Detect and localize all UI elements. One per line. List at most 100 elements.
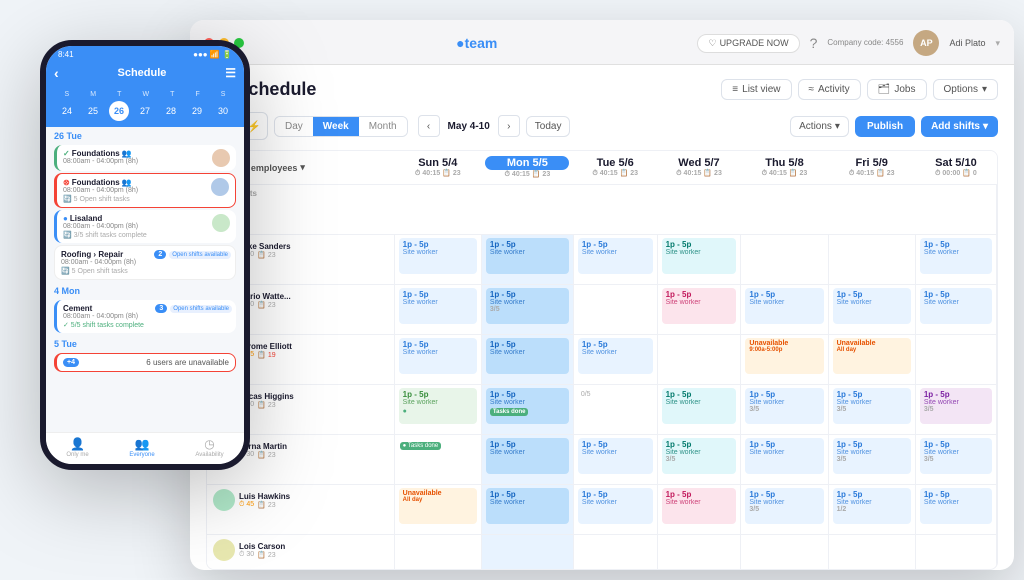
phone-unavailable-notice[interactable]: +4 6 users are unavailable (54, 353, 236, 372)
cell-mario-sat[interactable]: 1p - 5pSite worker (915, 285, 996, 335)
phone-nav-availability[interactable]: ◷ Availability (195, 437, 223, 458)
phone-back-button[interactable]: ‹ (54, 65, 59, 81)
cell-jerome-mon[interactable]: 1p - 5pSite worker (481, 335, 573, 385)
user-avatar[interactable]: AP (913, 30, 939, 56)
user-dropdown-icon[interactable]: ▾ (995, 38, 1000, 49)
cell-lucas-sun[interactable]: 1p - 5pSite worker● (394, 385, 481, 435)
help-icon[interactable]: ? (810, 35, 818, 51)
col-header-thu: Thu 5/8 ⏱ 40:15 📋 23 (741, 151, 828, 185)
cell-lois-sun[interactable] (394, 535, 481, 571)
cell-luis-sun[interactable]: UnavailableAll day (394, 485, 481, 535)
phone-avatar-2 (211, 178, 229, 196)
cell-lois-thu[interactable] (741, 535, 828, 571)
phone-signal: ●●● 📶 🔋 (193, 50, 232, 59)
today-button[interactable]: Today (526, 116, 571, 137)
phone-shift-lisaland[interactable]: ● Lisaland 08:00am - 04:00pm (8h) 🔄 3/5 … (54, 210, 236, 243)
activity-button[interactable]: ≈ Activity (798, 79, 861, 100)
cell-mario-mon[interactable]: 1p - 5pSite worker3/5 (481, 285, 573, 335)
cell-mario-sun[interactable]: 1p - 5pSite worker (394, 285, 481, 335)
phone-shift-foundations-1[interactable]: ✓ Foundations 👥 08:00am - 04:00pm (8h) (54, 145, 236, 171)
phone-menu-button[interactable]: ☰ (225, 66, 236, 80)
app-content: 📅 Schedule ≡ List view ≈ Activity 🗂 Jobs… (190, 65, 1014, 570)
cell-mario-wed[interactable]: 1p - 5pSite worker (657, 285, 741, 335)
cell-jerome-fri[interactable]: UnavailableAll day (828, 335, 915, 385)
cell-luis-tue[interactable]: 1p - 5pSite worker (573, 485, 657, 535)
cell-verna-thu[interactable]: 1p - 5pSite worker (741, 435, 828, 485)
cell-mike-sat[interactable]: 1p - 5pSite worker (915, 235, 996, 285)
cell-mike-thu[interactable] (741, 235, 828, 285)
cell-lois-wed[interactable] (657, 535, 741, 571)
phone-nav-everyone[interactable]: 👥 Everyone (129, 437, 154, 458)
cell-mario-fri[interactable]: 1p - 5pSite worker (828, 285, 915, 335)
cell-luis-mon[interactable]: 1p - 5pSite worker (481, 485, 573, 535)
table-row: Jerome Elliott ⏱ 45📋 19 1p - 5pSite work… (207, 335, 997, 385)
phone-cal-days-header: SMTWTFS (54, 91, 236, 98)
table-row: Verna Martin ⏱ 30📋 23 ● Tasks done 1p - … (207, 435, 997, 485)
cell-luis-thu[interactable]: 1p - 5pSite worker3/5 (741, 485, 828, 535)
phone-shift-roofing[interactable]: Roofing › Repair 08:00am - 04:00pm (8h) … (54, 245, 236, 280)
table-row: Lucas Higgins ⏱ 30📋 23 1p - 5pSite worke… (207, 385, 997, 435)
cell-jerome-wed[interactable] (657, 335, 741, 385)
cell-verna-wed[interactable]: 1p - 5pSite worker3/5 (657, 435, 741, 485)
list-view-button[interactable]: ≡ List view (721, 79, 791, 100)
cell-lucas-fri[interactable]: 1p - 5pSite worker3/5 (828, 385, 915, 435)
cell-lucas-sat[interactable]: 1p - 5pSite worker3/5 (915, 385, 996, 435)
cell-luis-wed[interactable]: 1p - 5pSite worker (657, 485, 741, 535)
phone-body: 8:41 ●●● 📶 🔋 ‹ Schedule ☰ SMTWTFS 24 25 … (40, 40, 250, 470)
cell-mike-sun[interactable]: 1p - 5pSite worker (394, 235, 481, 285)
next-week-button[interactable]: › (498, 115, 520, 137)
table-row: Lois Carson ⏱ 30📋 23 (207, 535, 997, 571)
add-shifts-button[interactable]: Add shifts ▾ (921, 116, 998, 137)
cell-luis-fri[interactable]: 1p - 5pSite worker1/2 (828, 485, 915, 535)
phone-shift-foundations-2[interactable]: ⊗ Foundations 👥 08:00am - 04:00pm (8h) 🔄… (54, 173, 236, 208)
jobs-button[interactable]: 🗂 Jobs (867, 79, 927, 100)
phone-shift-cement[interactable]: Cement 08:00am - 04:00pm (8h) ✓ 5/5 shif… (54, 300, 236, 333)
cell-lois-fri[interactable] (828, 535, 915, 571)
cell-lois-tue[interactable] (573, 535, 657, 571)
cell-jerome-tue[interactable]: 1p - 5pSite worker (573, 335, 657, 385)
prev-week-button[interactable]: ‹ (418, 115, 440, 137)
cell-verna-sat[interactable]: 1p - 5pSite worker3/5 (915, 435, 996, 485)
avatar-luis (213, 489, 235, 511)
app-logo: ●team (256, 35, 697, 51)
col-header-mon: Mon 5/5 ⏱ 40:15 📋 23 (481, 151, 573, 185)
cell-mike-fri[interactable] (828, 235, 915, 285)
page-header: 📅 Schedule ≡ List view ≈ Activity 🗂 Jobs… (206, 79, 998, 100)
cell-mike-wed[interactable]: 1p - 5pSite worker (657, 235, 741, 285)
cell-verna-fri[interactable]: 1p - 5pSite worker3/5 (828, 435, 915, 485)
cell-lois-mon[interactable] (481, 535, 573, 571)
cell-jerome-sun[interactable]: 1p - 5pSite worker (394, 335, 481, 385)
cell-verna-sun[interactable]: ● Tasks done (394, 435, 481, 485)
cell-lucas-wed[interactable]: 1p - 5pSite worker (657, 385, 741, 435)
cell-verna-tue[interactable]: 1p - 5pSite worker (573, 435, 657, 485)
cell-lucas-tue[interactable]: 0/5 (573, 385, 657, 435)
cell-lucas-mon[interactable]: 1p - 5pSite workerTasks done (481, 385, 573, 435)
cell-mike-mon[interactable]: 1p - 5pSite worker (481, 235, 573, 285)
phone-nav-only-me[interactable]: 👤 Only me (66, 437, 88, 458)
publish-button[interactable]: Publish (855, 116, 915, 137)
actions-button[interactable]: Actions ▾ (790, 116, 849, 137)
cell-mario-thu[interactable]: 1p - 5pSite worker (741, 285, 828, 335)
cell-luis-sat[interactable]: 1p - 5pSite worker (915, 485, 996, 535)
options-button[interactable]: Options ▾ (933, 79, 999, 100)
header-actions: ≡ List view ≈ Activity 🗂 Jobs Options ▾ (721, 79, 998, 100)
cell-lois-sat[interactable] (915, 535, 996, 571)
tab-day[interactable]: Day (275, 117, 313, 136)
window-header-right: ♡ UPGRADE NOW ? Company code: 4556 AP Ad… (697, 30, 1000, 56)
table-row: Mike Sanders ⏱ 30📋 23 1p - 5pSite worker… (207, 235, 997, 285)
tab-week[interactable]: Week (313, 117, 359, 136)
cell-mario-tue[interactable] (573, 285, 657, 335)
cell-verna-mon[interactable]: 1p - 5pSite worker (481, 435, 573, 485)
upgrade-button[interactable]: ♡ UPGRADE NOW (697, 34, 799, 53)
phone-avatar-3 (212, 214, 230, 232)
cell-jerome-thu[interactable]: Unavailable9:00a-5:00p (741, 335, 828, 385)
employee-lois: Lois Carson ⏱ 30📋 23 (207, 535, 394, 571)
cell-jerome-sat[interactable] (915, 335, 996, 385)
phone-time: 8:41 (58, 50, 74, 59)
cell-mike-tue[interactable]: 1p - 5pSite worker (573, 235, 657, 285)
cell-lucas-thu[interactable]: 1p - 5pSite worker3/5 (741, 385, 828, 435)
table-header-row: View by employees ▾ Sun 5/4 ⏱ 40:15 📋 23… (207, 151, 997, 185)
tab-month[interactable]: Month (359, 117, 407, 136)
mobile-phone: 8:41 ●●● 📶 🔋 ‹ Schedule ☰ SMTWTFS 24 25 … (40, 40, 250, 470)
col-header-wed: Wed 5/7 ⏱ 40:15 📋 23 (657, 151, 741, 185)
